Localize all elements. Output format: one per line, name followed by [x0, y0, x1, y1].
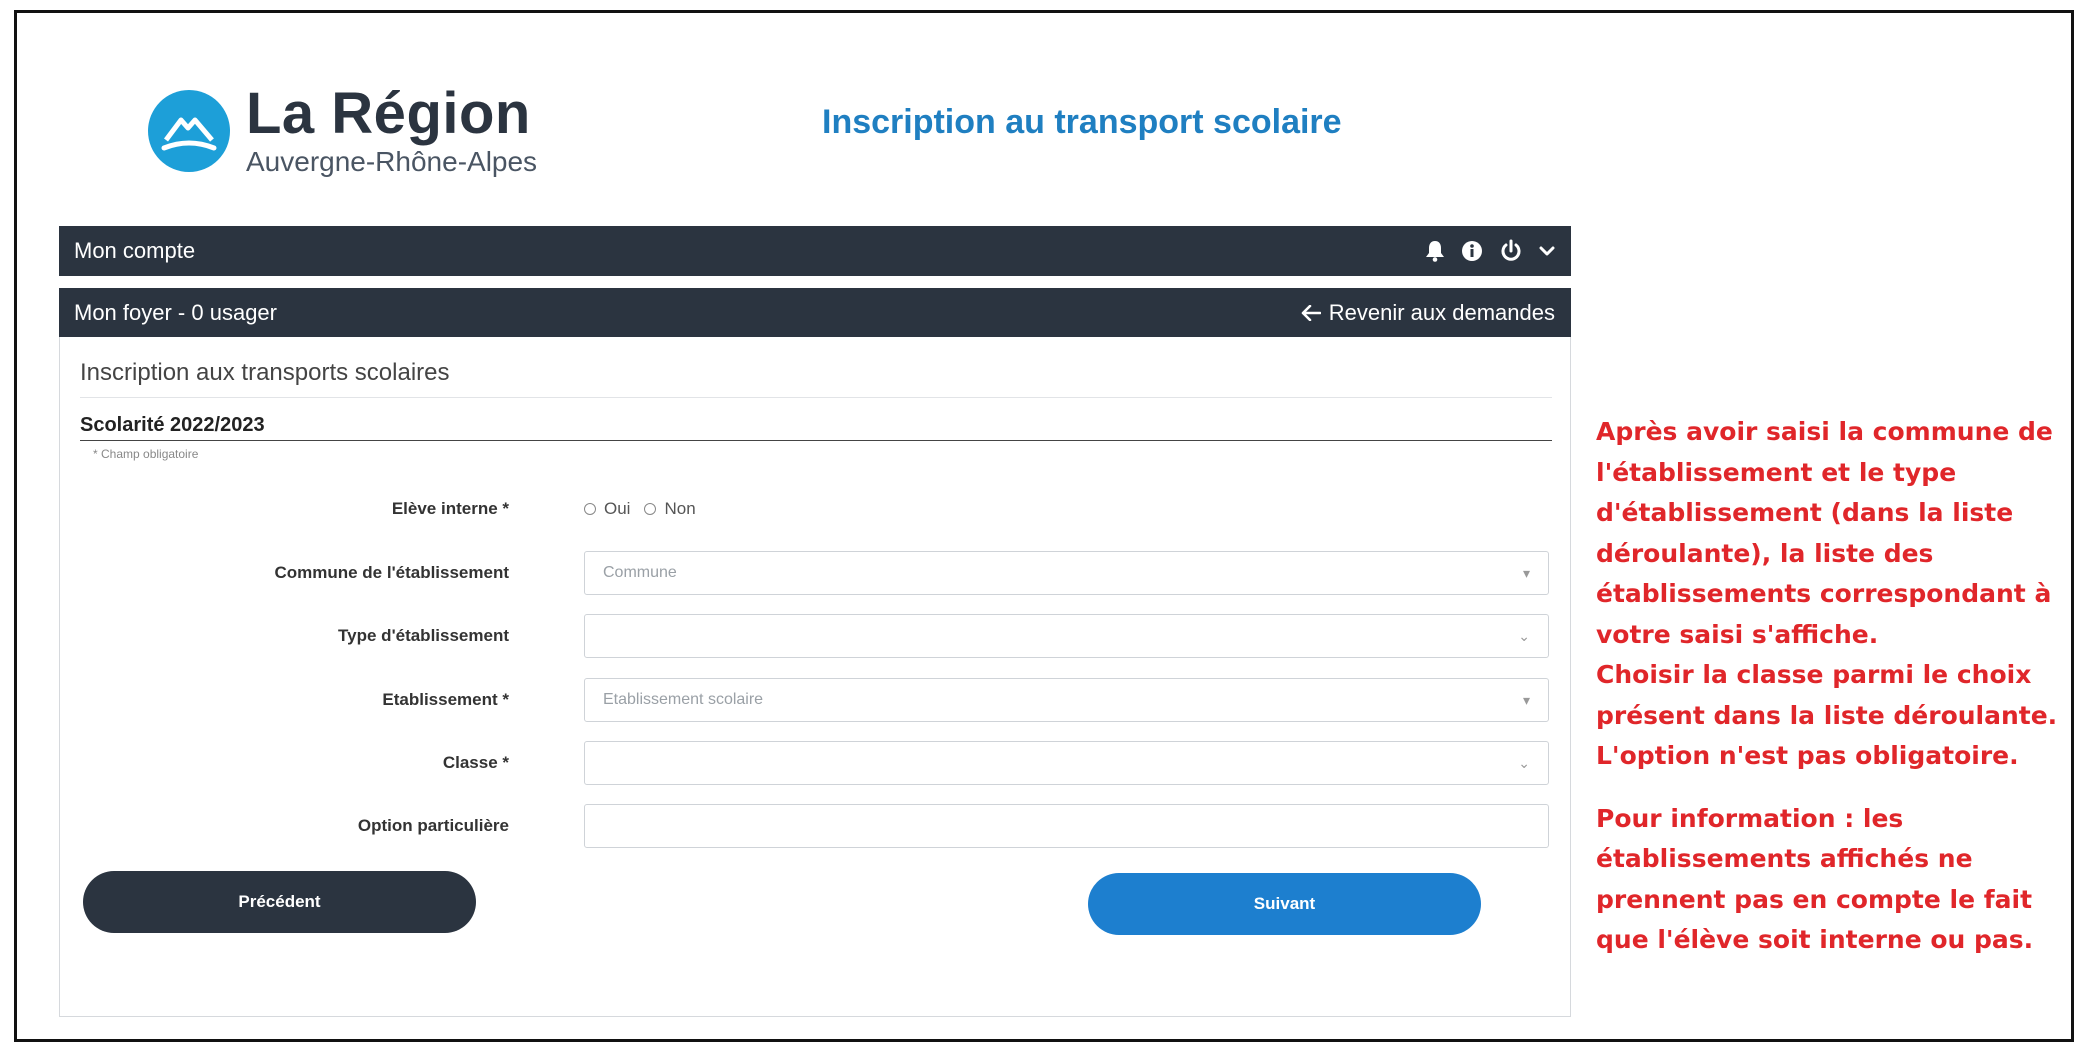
chevron-down-icon: ⌄ [1518, 754, 1530, 771]
info-icon[interactable] [1461, 240, 1483, 262]
household-label: Mon foyer - 0 usager [74, 299, 277, 325]
region-logo[interactable]: La Région Auvergne-Rhône-Alpes [148, 84, 537, 178]
etablissement-label: Etablissement * [382, 690, 509, 709]
classe-label: Classe * [442, 753, 509, 772]
next-button[interactable]: Suivant [1088, 873, 1481, 935]
previous-button[interactable]: Précédent [83, 871, 476, 933]
radio-oui-label: Oui [604, 499, 631, 518]
account-bar: Mon compte [59, 226, 1571, 276]
commune-label: Commune de l'établissement [274, 563, 509, 582]
radio-circle-icon[interactable] [584, 503, 596, 515]
logo-name: La Région [246, 81, 531, 146]
etablissement-placeholder: Etablissement scolaire [603, 691, 764, 708]
note-line: L'option n'est pas obligatoire. [1596, 741, 2019, 770]
form-row-commune: Commune de l'établissement Commune ▾ [60, 551, 1572, 595]
note-line: déroulante), la liste des [1596, 538, 1934, 568]
interne-label: Elève interne * [391, 499, 509, 518]
type-label: Type d'établissement [338, 626, 509, 645]
note-spacer [1596, 777, 2076, 799]
section-title: Scolarité 2022/2023 [80, 414, 265, 436]
logo-subtitle: Auvergne-Rhône-Alpes [246, 146, 538, 177]
chevron-down-icon: ⌄ [1518, 627, 1530, 644]
panel-title: Inscription aux transports scolaires [80, 359, 450, 386]
divider [80, 397, 1552, 398]
note-line: Après avoir saisi la commune de [1596, 417, 2053, 446]
form-row-etablissement: Etablissement * Etablissement scolaire ▾ [60, 678, 1572, 722]
bell-icon[interactable] [1425, 240, 1445, 262]
classe-select[interactable]: ⌄ [584, 741, 1549, 785]
app-title: Inscription au transport scolaire [822, 103, 1342, 141]
instruction-note: Après avoir saisi la commune de l'établi… [1596, 412, 2076, 961]
radio-non[interactable]: Non [644, 499, 696, 519]
etablissement-select[interactable]: Etablissement scolaire ▾ [584, 678, 1549, 722]
form-row-option: Option particulière [60, 804, 1572, 848]
note-line: l'établissement et le type [1596, 457, 1957, 487]
region-logo-icon [148, 90, 230, 172]
registration-panel: Inscription aux transports scolaires Sco… [59, 337, 1571, 1017]
arrow-left-icon [1301, 304, 1321, 321]
section-divider [80, 440, 1552, 441]
note-line: d'établissement (dans la liste [1596, 498, 2014, 527]
interne-radio-group: Oui Non [584, 499, 696, 519]
note-line: présent dans la liste déroulante. [1596, 700, 2058, 730]
note-line: Choisir la classe parmi le choix [1596, 660, 2032, 689]
radio-non-label: Non [664, 499, 696, 518]
note-line: que l'élève soit interne ou pas. [1596, 925, 2034, 954]
chevron-down-icon[interactable] [1539, 245, 1555, 257]
commune-placeholder: Commune [603, 564, 677, 581]
account-bar-icons [1425, 239, 1555, 263]
chevron-down-icon: ▾ [1522, 691, 1530, 708]
form-row-type: Type d'établissement ⌄ [60, 614, 1572, 658]
note-line: Pour information : les [1596, 803, 1904, 833]
account-menu-label[interactable]: Mon compte [74, 238, 195, 264]
form-row-interne: Elève interne * Oui Non [60, 487, 1572, 531]
option-input[interactable] [584, 804, 1549, 848]
note-line: votre saisi s'affiche. [1596, 619, 1879, 649]
option-label: Option particulière [357, 816, 509, 835]
radio-circle-icon[interactable] [644, 503, 657, 515]
note-line: établissements affichés ne [1596, 844, 1973, 873]
household-bar: Mon foyer - 0 usager Revenir aux demande… [59, 288, 1571, 337]
note-line: établissements correspondant à [1596, 579, 2052, 608]
power-icon[interactable] [1499, 239, 1523, 263]
note-line: prennent pas en compte le fait [1596, 884, 2033, 914]
commune-select[interactable]: Commune ▾ [584, 551, 1549, 595]
back-to-requests-link[interactable]: Revenir aux demandes [1301, 300, 1555, 326]
mandatory-note: * Champ obligatoire [93, 447, 199, 461]
form-row-classe: Classe * ⌄ [60, 741, 1572, 785]
radio-oui[interactable]: Oui [584, 499, 630, 519]
back-link-label: Revenir aux demandes [1328, 299, 1555, 325]
chevron-down-icon: ▾ [1522, 564, 1530, 581]
type-select[interactable]: ⌄ [584, 614, 1549, 658]
